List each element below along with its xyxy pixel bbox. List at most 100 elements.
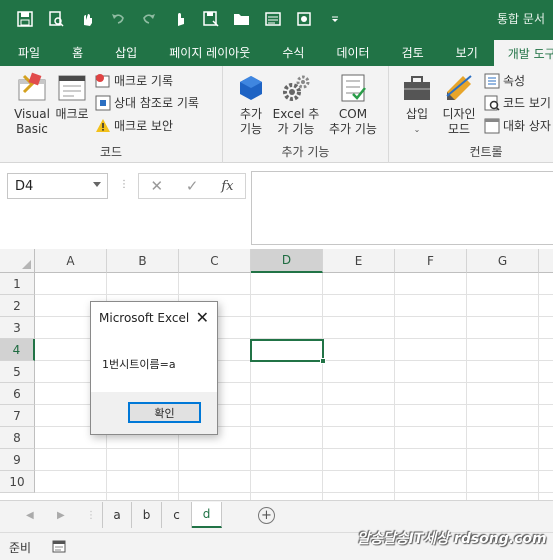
excel-addins-button[interactable]: Excel 추 가 기능 <box>272 72 320 137</box>
grid-line <box>35 448 553 449</box>
column-header-f[interactable]: F <box>395 249 467 273</box>
form-icon[interactable] <box>262 8 284 30</box>
excel-addins-label-2: 가 기능 <box>277 122 315 136</box>
close-icon[interactable]: ✕ <box>196 308 209 327</box>
properties-icon <box>484 73 500 89</box>
addins-label-1: 추가 <box>239 107 263 121</box>
view-code-label: 코드 보기 <box>503 96 551 110</box>
macros-label: 매크로 <box>55 107 89 121</box>
tab-developer[interactable]: 개발 도구 <box>493 40 553 66</box>
tab-overflow-icon[interactable]: ⋮ <box>86 510 96 521</box>
run-dialog-button[interactable]: 대화 상자 실행 <box>484 117 553 134</box>
design-mode-label-2: 모드 <box>447 122 471 136</box>
open-folder-icon[interactable] <box>231 8 253 30</box>
column-header-g[interactable]: G <box>467 249 539 273</box>
select-all-button[interactable] <box>0 249 35 273</box>
fill-handle[interactable] <box>320 358 326 364</box>
formula-bar-splitter[interactable]: ⋮ <box>119 179 130 190</box>
code-group: Visual Basic 매크로 매크로 기록 상대 참조로 기록 매크로 보안… <box>0 66 223 163</box>
record-macro-icon <box>95 73 111 89</box>
redo-icon[interactable] <box>138 8 160 30</box>
com-addins-label-2: 추가 기능 <box>329 122 377 136</box>
undo-icon[interactable] <box>107 8 129 30</box>
cancel-icon[interactable]: ✕ <box>150 177 163 195</box>
scroll-right-icon[interactable]: ▶ <box>57 510 65 521</box>
row-header-10[interactable]: 10 <box>0 471 35 493</box>
add-sheet-icon[interactable]: + <box>258 507 275 524</box>
sheet-tab-c[interactable]: c <box>162 502 192 528</box>
row-header-9[interactable]: 9 <box>0 449 35 471</box>
com-addins-button[interactable]: COM 추가 기능 <box>323 72 383 137</box>
visual-basic-icon <box>16 72 48 104</box>
sheet-tab-d[interactable]: d <box>192 502 222 528</box>
column-header-c[interactable]: C <box>179 249 251 273</box>
record-macro-button[interactable]: 매크로 기록 <box>95 72 173 89</box>
controls-group-label: 컨트롤 <box>469 145 503 159</box>
save-icon[interactable] <box>14 8 36 30</box>
grid-line <box>250 273 251 500</box>
row-header-7[interactable]: 7 <box>0 405 35 427</box>
relative-refs-button[interactable]: 상대 참조로 기록 <box>95 94 199 111</box>
enter-icon[interactable]: ✓ <box>186 177 199 195</box>
insert-function-icon[interactable]: fx <box>221 179 233 194</box>
relative-refs-icon <box>95 95 111 111</box>
tab-insert[interactable]: 삽입 <box>99 38 153 66</box>
properties-label: 속성 <box>503 74 526 88</box>
name-box[interactable]: D4 <box>7 173 108 199</box>
column-header-a[interactable]: A <box>35 249 107 273</box>
macro-security-label: 매크로 보안 <box>114 119 174 133</box>
sheet-tab-b[interactable]: b <box>132 502 162 528</box>
insert-control-button[interactable]: 삽입 ⌄ <box>399 72 435 137</box>
sheet-tab-a[interactable]: a <box>102 502 132 528</box>
design-mode-button[interactable]: 디자인 모드 <box>439 72 479 137</box>
customize-icon[interactable] <box>324 8 346 30</box>
row-header-4[interactable]: 4 <box>0 339 35 361</box>
selected-cell-d4[interactable] <box>250 339 326 364</box>
visual-basic-button[interactable]: Visual Basic <box>10 72 54 137</box>
gears-icon <box>280 72 312 104</box>
formula-input[interactable] <box>251 171 553 245</box>
tab-home[interactable]: 홈 <box>56 38 99 66</box>
hand-icon[interactable] <box>169 8 191 30</box>
row-header-6[interactable]: 6 <box>0 383 35 405</box>
title-bar: 통합 문서 <box>0 0 553 38</box>
insert-control-label: 삽입 <box>405 107 429 121</box>
macros-button[interactable]: 매크로 <box>54 72 90 122</box>
run-dialog-label: 대화 상자 실행 <box>503 119 553 133</box>
watermark-text: 알송달송IT세상 rdsong.com <box>357 531 547 547</box>
worksheet-grid[interactable]: A B C D E F G 1 2 3 4 5 6 7 8 9 10 <box>0 249 553 500</box>
macro-icon[interactable] <box>293 8 315 30</box>
tab-review[interactable]: 검토 <box>386 38 440 66</box>
design-mode-label-1: 디자인 <box>442 107 476 121</box>
view-code-button[interactable]: 코드 보기 <box>484 94 551 111</box>
column-header-e[interactable]: E <box>323 249 395 273</box>
tab-data[interactable]: 데이터 <box>320 38 385 66</box>
tab-view[interactable]: 보기 <box>440 38 494 66</box>
macro-recording-icon[interactable] <box>52 539 66 556</box>
row-header-1[interactable]: 1 <box>0 273 35 295</box>
ok-button[interactable]: 확인 <box>128 402 201 423</box>
macros-icon <box>56 72 88 104</box>
scroll-left-icon[interactable]: ◀ <box>26 510 34 521</box>
row-header-2[interactable]: 2 <box>0 295 35 317</box>
row-header-3[interactable]: 3 <box>0 317 35 339</box>
column-header-b[interactable]: B <box>107 249 179 273</box>
chevron-down-icon[interactable] <box>93 182 101 187</box>
column-header-d[interactable]: D <box>251 249 323 273</box>
macro-security-button[interactable]: 매크로 보안 <box>95 117 173 134</box>
formula-bar: D4 ⋮ ✕ ✓ fx <box>0 163 553 249</box>
com-addins-label-1: COM <box>338 107 368 121</box>
save-as-icon[interactable] <box>200 8 222 30</box>
tab-file[interactable]: 파일 <box>0 38 56 66</box>
print-preview-icon[interactable] <box>45 8 67 30</box>
addins-icon <box>235 72 267 104</box>
dialog-footer: 확인 <box>91 392 217 434</box>
addins-button[interactable]: 추가 기능 <box>233 72 269 137</box>
tab-formulas[interactable]: 수식 <box>266 38 320 66</box>
row-header-5[interactable]: 5 <box>0 361 35 383</box>
tab-page-layout[interactable]: 페이지 레이아웃 <box>153 38 266 66</box>
touch-mode-icon[interactable] <box>76 8 98 30</box>
properties-button[interactable]: 속성 <box>484 72 525 89</box>
row-header-8[interactable]: 8 <box>0 427 35 449</box>
column-header-h[interactable] <box>539 249 553 273</box>
